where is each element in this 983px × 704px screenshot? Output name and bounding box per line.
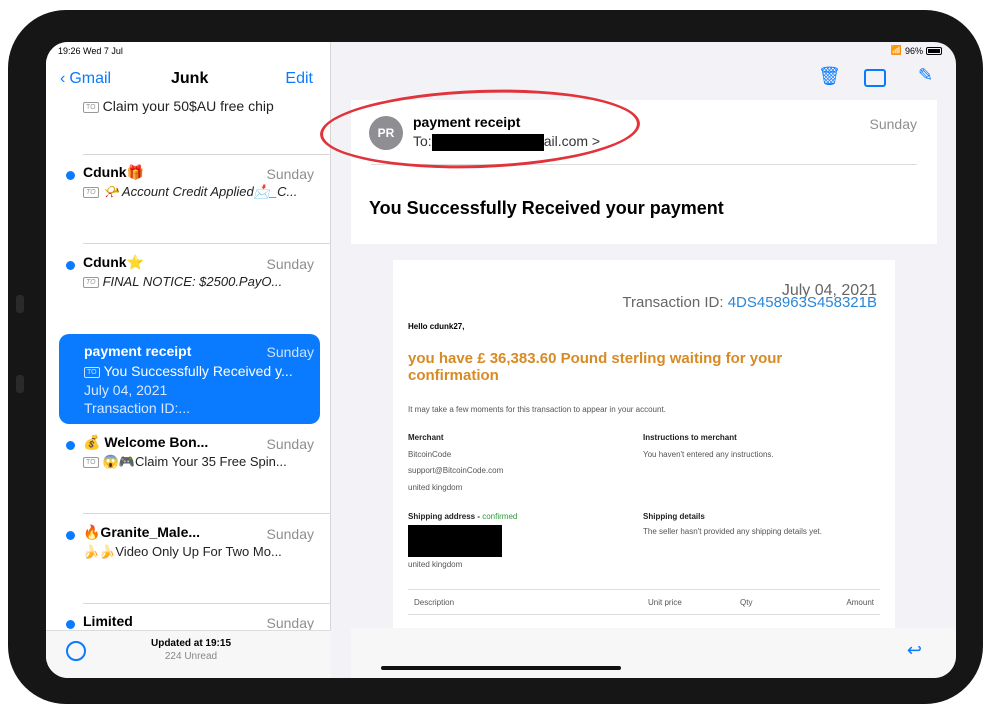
list-item[interactable]: TO Claim your 50$AU free chip — [58, 96, 320, 116]
list-item-date: Sunday — [266, 166, 314, 182]
list-item[interactable]: 🔥Granite_Male... Sunday 🍌🍌Video Only Up … — [58, 524, 320, 584]
merchant-country: united kingdom — [408, 483, 463, 492]
to-badge: TO — [83, 187, 99, 199]
reply-icon[interactable]: ↩ — [907, 640, 922, 661]
tx-label: Transaction ID: — [622, 294, 724, 311]
to-badge: TO — [83, 101, 99, 113]
divider — [83, 513, 331, 514]
shipping-address-label: Shipping address - confirmed — [408, 512, 517, 521]
items-table-header: Description Unit price Qty Amount — [408, 589, 880, 615]
filter-icon[interactable] — [66, 641, 86, 661]
shipping-country: united kingdom — [408, 560, 463, 569]
side-button — [16, 375, 24, 393]
battery-icon — [926, 46, 942, 55]
chevron-left-icon: ‹ — [60, 70, 66, 87]
screen: 19:26 Wed 7 Jul 📶 96% ‹ Gmail Junk Edit T… — [46, 42, 956, 678]
shipping-details-text: The seller hasn't provided any shipping … — [643, 527, 822, 536]
unread-dot — [66, 261, 75, 270]
divider — [83, 243, 331, 244]
list-item-preview-date: July 04, 2021 — [84, 382, 168, 398]
instructions-label: Instructions to merchant — [643, 433, 737, 442]
status-indicators: 📶 96% — [891, 45, 942, 56]
edit-button[interactable]: Edit — [285, 70, 313, 88]
transaction-line: Transaction ID: 4DS458963S458321B — [622, 294, 877, 311]
receipt-headline: you have £ 36,383.60 Pound sterling wait… — [408, 350, 783, 384]
divider — [83, 603, 331, 604]
merchant-name: BitcoinCode — [408, 450, 452, 459]
to-badge: TO — [83, 457, 99, 469]
subject-text: FINAL NOTICE: $2500.PayO... — [102, 274, 283, 289]
to-badge: TO — [83, 277, 99, 289]
column-amount: Amount — [846, 598, 874, 607]
unread-dot — [66, 171, 75, 180]
subject-text: Claim your 50$AU free chip — [102, 98, 274, 114]
message-date: Sunday — [869, 116, 917, 132]
subject-text: You Successfully Received y... — [103, 363, 293, 379]
mailbox-list-pane: ‹ Gmail Junk Edit TO Claim your 50$AU free… — [46, 42, 331, 678]
list-item[interactable]: 💰 Welcome Bon... Sunday TO 😱🎮Claim Your 3… — [58, 434, 320, 494]
list-item-date: Sunday — [266, 256, 314, 272]
list-item-date: Sunday — [266, 344, 314, 360]
compose-icon[interactable]: ✎ — [918, 65, 933, 86]
unread-dot — [66, 620, 75, 629]
column-qty: Qty — [740, 598, 753, 607]
status-time: 19:26 Wed 7 Jul — [58, 46, 123, 56]
wifi-icon: 📶 — [890, 45, 902, 55]
instructions-text: You haven't entered any instructions. — [643, 450, 774, 459]
list-item-date: Sunday — [266, 526, 314, 542]
list-item[interactable]: Cdunk⭐ Sunday TO FINAL NOTICE: $2500.PayO… — [58, 254, 320, 314]
to-badge: TO — [84, 366, 100, 378]
list-item-sender: payment receipt — [84, 343, 192, 359]
greeting: Hello cdunk27, — [408, 322, 465, 331]
list-item-subject: TO 📯 Account Credit Applied📩_C... — [83, 184, 318, 200]
subject-text: 📯 Account Credit Applied📩_C... — [102, 184, 298, 199]
list-item-selected[interactable]: payment receipt Sunday TO You Successfull… — [59, 334, 320, 424]
mailbox-title: Junk — [171, 70, 209, 87]
list-footer: Updated at 19:15 224 Unread — [46, 630, 331, 678]
list-item-preview-tx: Transaction ID:... — [84, 400, 191, 416]
shipping-status: confirmed — [482, 512, 518, 521]
unread-dot — [66, 531, 75, 540]
list-item-sender: Cdunk⭐ — [83, 254, 144, 270]
receipt-note: It may take a few moments for this trans… — [408, 405, 666, 414]
home-indicator — [381, 666, 621, 670]
shipping-label-text: Shipping address - — [408, 512, 483, 521]
updated-label: Updated at 19:15 — [150, 638, 232, 649]
unread-count: 224 Unread — [164, 651, 218, 662]
list-item-sender: Cdunk🎁 — [83, 164, 144, 180]
list-item-subject: TO Claim your 50$AU free chip — [83, 98, 318, 114]
list-item-subject: 🍌🍌Video Only Up For Two Mo... — [83, 544, 282, 559]
message-body: July 04, 2021 Transaction ID: 4DS458963S… — [393, 260, 895, 640]
status-bar: 19:26 Wed 7 Jul 📶 96% — [46, 42, 956, 60]
merchant-label: Merchant — [408, 433, 444, 442]
subject-text: 😱🎮Claim Your 35 Free Spin... — [102, 454, 287, 469]
list-item[interactable]: Cdunk🎁 Sunday TO 📯 Account Credit Applied… — [58, 164, 320, 224]
back-label: Gmail — [69, 70, 112, 87]
list-nav-bar: ‹ Gmail Junk Edit — [46, 60, 331, 100]
list-item-date: Sunday — [266, 436, 314, 452]
unread-dot — [66, 441, 75, 450]
side-button — [16, 295, 24, 313]
back-button[interactable]: ‹ Gmail — [60, 70, 111, 88]
list-item-subject: TO FINAL NOTICE: $2500.PayO... — [83, 274, 318, 289]
column-description: Description — [414, 598, 455, 607]
list-item-date: Sunday — [266, 615, 314, 631]
redaction-block — [408, 525, 502, 557]
shipping-details-label: Shipping details — [643, 512, 705, 521]
list-item-sender: Limited — [83, 613, 133, 629]
list-item-subject: TO 😱🎮Claim Your 35 Free Spin... — [83, 454, 318, 470]
tx-id-link[interactable]: 4DS458963S458321B — [728, 294, 877, 311]
bottom-toolbar: ↩ — [351, 628, 956, 678]
list-item-sender: 💰 Welcome Bon... — [83, 434, 209, 450]
divider — [83, 154, 331, 155]
list-item-subject: TO You Successfully Received y... — [84, 363, 293, 379]
column-unit-price: Unit price — [648, 598, 682, 607]
message-subject: You Successfully Received your payment — [369, 198, 724, 218]
battery-percent: 96% — [904, 45, 923, 56]
merchant-email[interactable]: support@BitcoinCode.com — [408, 466, 503, 475]
trash-icon[interactable]: 🗑 — [818, 66, 841, 87]
list-item-sender: 🔥Granite_Male... — [83, 524, 201, 540]
folder-icon[interactable] — [864, 69, 886, 87]
